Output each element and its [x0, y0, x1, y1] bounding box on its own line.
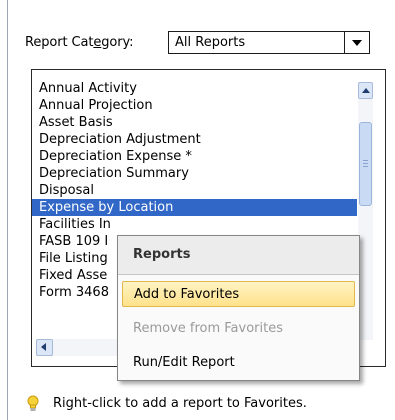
report-category-value: All Reports: [175, 35, 246, 50]
grip-line: [363, 160, 368, 161]
scroll-thumb[interactable]: [359, 122, 372, 206]
dropdown-button[interactable]: [344, 32, 369, 53]
context-menu: Reports Add to Favorites Remove from Fav…: [117, 235, 360, 381]
grip-line: [363, 166, 368, 167]
list-item[interactable]: Expense by Location: [32, 199, 357, 216]
grip-line: [363, 163, 368, 164]
list-item[interactable]: Depreciation Adjustment: [32, 131, 357, 148]
scroll-up-button[interactable]: [358, 82, 373, 99]
list-item[interactable]: Annual Activity: [32, 80, 357, 97]
report-panel: Report Category: All Reports Annual Acti…: [1, 0, 394, 420]
list-item[interactable]: Annual Projection: [32, 97, 357, 114]
menu-item-add-to-favorites[interactable]: Add to Favorites: [122, 281, 355, 307]
list-item[interactable]: Asset Basis: [32, 114, 357, 131]
menu-item-run-edit-report[interactable]: Run/Edit Report: [118, 350, 359, 376]
list-item[interactable]: Depreciation Summary: [32, 165, 357, 182]
list-item[interactable]: Depreciation Expense *: [32, 148, 357, 165]
context-menu-header: Reports: [118, 236, 359, 275]
chevron-down-icon: [352, 40, 362, 46]
report-category-select[interactable]: All Reports: [168, 31, 370, 54]
context-menu-title: Reports: [133, 247, 191, 262]
menu-item-remove-from-favorites: Remove from Favorites: [133, 321, 283, 336]
list-item[interactable]: Facilities In: [32, 216, 357, 233]
vertical-scrollbar[interactable]: [358, 82, 373, 340]
panel-border: [7, 0, 8, 420]
lightbulb-icon: [27, 395, 39, 411]
report-category-label: Report Category:: [25, 35, 134, 50]
list-item[interactable]: Disposal: [32, 182, 357, 199]
arrow-up-icon: [362, 88, 370, 93]
arrow-left-icon: [41, 343, 46, 351]
scroll-left-button[interactable]: [36, 339, 53, 356]
hint-text: Right-click to add a report to Favorites…: [53, 396, 307, 411]
